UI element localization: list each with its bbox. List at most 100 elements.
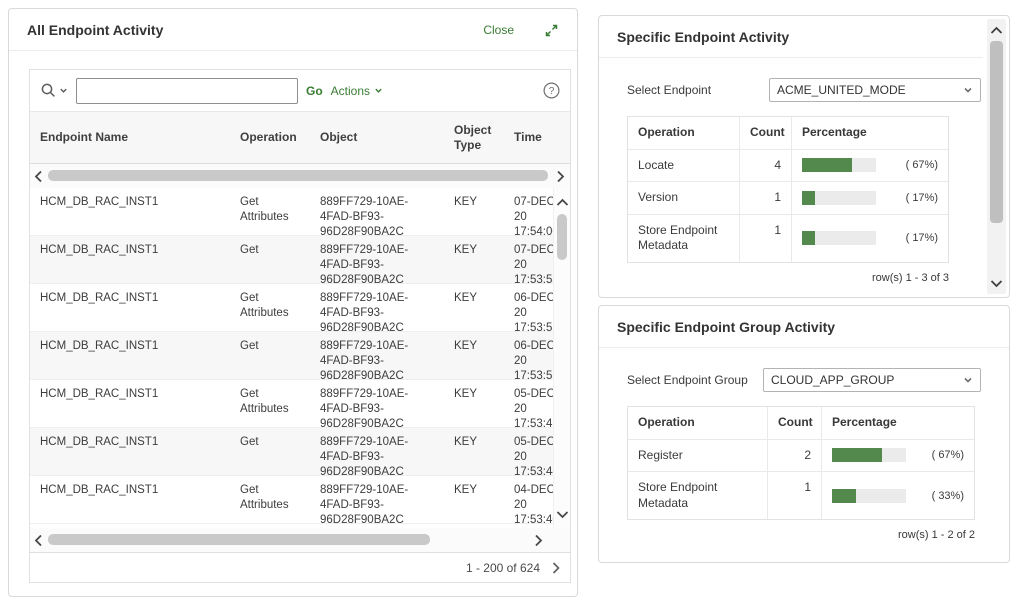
scroll-left-icon[interactable] [30, 528, 46, 552]
cell-count: 1 [740, 182, 792, 214]
percentage-label: ( 67%) [898, 158, 938, 172]
table-row: HCM_DB_RAC_INST1 Get Attributes 889FF729… [30, 284, 570, 332]
cell-count: 2 [768, 440, 822, 472]
panel-header: All Endpoint Activity Close [9, 9, 577, 51]
column-header-endpoint-name[interactable]: Endpoint Name [30, 124, 230, 151]
scroll-up-icon[interactable] [987, 21, 1006, 39]
percentage-bar-track [802, 231, 876, 245]
go-button[interactable]: Go [306, 84, 323, 98]
select-endpoint-group-label: Select Endpoint Group [627, 373, 748, 387]
report-toolbar: Go Actions ? [30, 70, 570, 112]
pagination: 1 - 200 of 624 [30, 552, 570, 582]
cell-operation: Version [628, 182, 740, 214]
vertical-scrollbar [987, 19, 1006, 294]
table-body: HCM_DB_RAC_INST1 Get Attributes 889FF729… [30, 188, 570, 528]
chevron-down-icon [59, 86, 68, 95]
chevron-down-icon [374, 86, 383, 95]
interactive-report: Go Actions ? Endpoint Name Operation Obj… [29, 69, 571, 583]
actions-menu-button[interactable]: Actions [331, 84, 383, 98]
cell-percentage: ( 67%) [822, 440, 974, 472]
cell-endpoint-name: HCM_DB_RAC_INST1 [30, 236, 230, 283]
cell-endpoint-name: HCM_DB_RAC_INST1 [30, 188, 230, 235]
cell-operation: Store Endpoint Metadata [628, 215, 740, 262]
cell-operation: Get Attributes [230, 476, 310, 523]
pagination-label: 1 - 200 of 624 [466, 561, 540, 575]
cell-operation: Get Attributes [230, 188, 310, 235]
search-input[interactable] [76, 78, 298, 104]
actions-label: Actions [331, 84, 370, 98]
endpoint-group-select[interactable]: CLOUD_APP_GROUP [763, 368, 981, 392]
table-row: Register 2 ( 67%) [628, 440, 974, 473]
panel-title: Specific Endpoint Group Activity [617, 319, 835, 335]
chevron-down-icon [963, 85, 973, 95]
percentage-bar-track [832, 448, 906, 462]
cell-operation: Store Endpoint Metadata [628, 472, 768, 519]
table-row: HCM_DB_RAC_INST1 Get 889FF729-10AE-4FAD-… [30, 236, 570, 284]
scroll-right-icon[interactable] [530, 528, 546, 552]
panel-header: Specific Endpoint Group Activity [599, 306, 1009, 348]
table-row: Version 1 ( 17%) [628, 182, 948, 215]
scroll-right-icon[interactable] [552, 164, 568, 188]
percentage-bar [802, 231, 815, 245]
percentage-bar-track [802, 158, 876, 172]
table-row: HCM_DB_RAC_INST1 Get 889FF729-10AE-4FAD-… [30, 428, 570, 476]
cell-operation: Get [230, 428, 310, 475]
panel-header: Specific Endpoint Activity [599, 16, 983, 58]
cell-operation: Get Attributes [230, 284, 310, 331]
table-row: HCM_DB_RAC_INST1 Get Attributes 889FF729… [30, 476, 570, 524]
column-header-operation[interactable]: Operation [230, 124, 310, 151]
cell-object: 889FF729-10AE-4FAD-BF93-96D28F90BA2C [310, 188, 444, 235]
table-header-row: Operation Count Percentage [628, 407, 974, 440]
percentage-label: ( 17%) [898, 231, 938, 245]
scrollbar-thumb[interactable] [557, 214, 567, 260]
cell-object: 889FF729-10AE-4FAD-BF93-96D28F90BA2C [310, 476, 444, 523]
table-row: HCM_DB_RAC_INST1 Get Attributes 889FF729… [30, 188, 570, 236]
cell-operation: Get [230, 332, 310, 379]
search-icon[interactable] [40, 82, 68, 99]
scroll-up-icon[interactable] [554, 194, 570, 210]
percentage-bar-track [832, 489, 906, 503]
cell-endpoint-name: HCM_DB_RAC_INST1 [30, 476, 230, 523]
close-button[interactable]: Close [483, 23, 514, 37]
column-header-time[interactable]: Time [504, 124, 570, 151]
cell-endpoint-name: HCM_DB_RAC_INST1 [30, 428, 230, 475]
help-icon[interactable]: ? [543, 82, 560, 99]
page-title: All Endpoint Activity [27, 22, 163, 38]
select-endpoint-label: Select Endpoint [627, 83, 711, 97]
cell-count: 1 [768, 472, 822, 519]
percentage-bar-track [802, 191, 876, 205]
endpoint-group-activity-table: Operation Count Percentage Register 2 ( … [627, 406, 975, 520]
cell-object-type: KEY [444, 476, 504, 523]
column-header-count: Count [768, 407, 822, 439]
scroll-down-icon[interactable] [554, 506, 570, 522]
endpoint-group-select-value: CLOUD_APP_GROUP [771, 373, 894, 387]
scroll-down-icon[interactable] [987, 274, 1006, 292]
percentage-bar [832, 489, 856, 503]
cell-object-type: KEY [444, 428, 504, 475]
vertical-scrollbar [553, 188, 570, 528]
next-page-icon[interactable] [552, 562, 560, 574]
expand-icon[interactable] [544, 23, 559, 38]
table-header-row: Operation Count Percentage [628, 117, 948, 150]
endpoint-activity-table: Operation Count Percentage Locate 4 ( 67… [627, 116, 949, 263]
cell-count: 1 [740, 215, 792, 262]
scrollbar-thumb[interactable] [990, 41, 1003, 223]
cell-object: 889FF729-10AE-4FAD-BF93-96D28F90BA2C [310, 284, 444, 331]
endpoint-select[interactable]: ACME_UNITED_MODE [769, 78, 981, 102]
percentage-label: ( 67%) [924, 448, 964, 462]
chevron-down-icon [963, 375, 973, 385]
cell-percentage: ( 67%) [792, 150, 948, 182]
column-header-object-type[interactable]: Object Type [444, 117, 504, 159]
column-header-object[interactable]: Object [310, 124, 444, 151]
table-row: Locate 4 ( 67%) [628, 150, 948, 183]
cell-endpoint-name: HCM_DB_RAC_INST1 [30, 380, 230, 427]
scrollbar-thumb[interactable] [48, 170, 548, 181]
percentage-label: ( 33%) [924, 489, 964, 503]
scrollbar-thumb[interactable] [48, 534, 430, 545]
scroll-left-icon[interactable] [30, 164, 46, 188]
specific-endpoint-group-activity-panel: Specific Endpoint Group Activity Select … [598, 305, 1010, 563]
cell-operation: Locate [628, 150, 740, 182]
cell-endpoint-name: HCM_DB_RAC_INST1 [30, 284, 230, 331]
all-endpoint-activity-panel: All Endpoint Activity Close [8, 8, 578, 597]
table-row: Store Endpoint Metadata 1 ( 17%) [628, 215, 948, 262]
